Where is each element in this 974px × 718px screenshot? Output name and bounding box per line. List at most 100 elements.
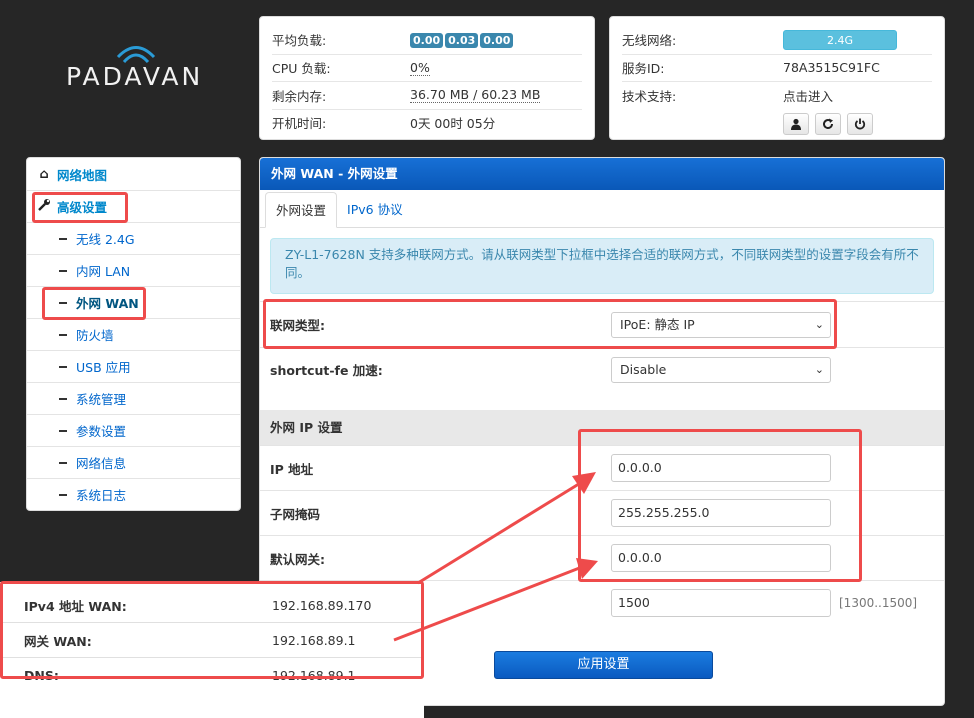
sidebar-item-wan[interactable]: 外网 WAN: [27, 286, 240, 318]
chevron-down-icon: ⌄: [814, 317, 824, 331]
mtu-input[interactable]: 1500: [611, 589, 831, 617]
mtu-range-hint: [1300..1500]: [839, 596, 918, 610]
uptime-label: 开机时间:: [272, 116, 327, 132]
sidebar-item-lan[interactable]: 内网 LAN: [27, 254, 240, 286]
system-info-panel: 无线网络: 2.4G 服务ID: 78A3515C91FC 技术支持: 点击进入: [609, 16, 945, 140]
dash-icon: [59, 493, 67, 496]
gateway-input[interactable]: 0.0.0.0: [611, 544, 831, 572]
sidebar-item-label: 防火墙: [76, 328, 114, 343]
load-15min-badge: 0.00: [480, 32, 514, 48]
dns-row: DNS: 192.168.89.1: [0, 658, 424, 693]
ipv4-wan-row: IPv4 地址 WAN: 192.168.89.170: [0, 588, 424, 623]
dash-icon: [59, 461, 67, 464]
gateway-row: 默认网关: 0.0.0.0: [260, 535, 944, 580]
load-1min-badge: 0.00: [410, 32, 444, 48]
service-id-label: 服务ID:: [622, 61, 665, 77]
cpu-load-row: CPU 负载: 0%: [272, 53, 582, 82]
ip-address-input[interactable]: 0.0.0.0: [611, 454, 831, 482]
connection-type-select[interactable]: IPoE: 静态 IP ⌄: [611, 311, 831, 338]
chevron-down-icon: ⌄: [814, 362, 824, 376]
padavan-logo: PADAVAN: [60, 44, 220, 108]
sidebar-item-label: 系统日志: [76, 488, 127, 503]
dash-icon: [59, 397, 67, 400]
sidebar-item-usb[interactable]: USB 应用: [27, 350, 240, 382]
gateway-label: 默认网关:: [270, 551, 325, 567]
shortcut-fe-value: Disable: [620, 361, 667, 377]
gateway-wan-value: 192.168.89.1: [272, 632, 356, 648]
dash-icon: [59, 365, 67, 368]
ipv4-wan-label: IPv4 地址 WAN:: [24, 598, 127, 614]
dns-label: DNS:: [24, 668, 59, 683]
free-memory-row: 剩余内存: 36.70 MB / 60.23 MB: [272, 81, 582, 109]
tab-ipv6[interactable]: IPv6 协议: [337, 192, 413, 227]
support-link[interactable]: 点击进入: [783, 86, 833, 105]
sidebar-nav: ⌂ 网络地图 高级设置 无线 2.4G 内网 LAN 外网 WAN 防火墙 US…: [26, 157, 241, 511]
sidebar-item-label: 参数设置: [76, 424, 127, 439]
wireless-2g-button[interactable]: 2.4G: [783, 29, 897, 50]
free-memory-value[interactable]: 36.70 MB / 60.23 MB: [410, 87, 541, 104]
free-memory-label: 剩余内存:: [272, 88, 327, 104]
sidebar-item-advanced-settings[interactable]: 高级设置: [27, 190, 240, 222]
status-panel: 平均负载: 0.00 0.03 0.00 CPU 负载: 0% 剩余内存: 36.7…: [259, 16, 595, 140]
dash-icon: [59, 301, 67, 304]
apply-settings-button[interactable]: 应用设置: [494, 651, 713, 679]
page-title: 外网 WAN - 外网设置: [260, 158, 944, 190]
sidebar-item-network-map[interactable]: ⌂ 网络地图: [27, 158, 240, 190]
home-icon: ⌂: [39, 166, 49, 182]
ip-address-row: IP 地址 0.0.0.0: [260, 445, 944, 490]
sidebar-item-label: 网络信息: [76, 456, 127, 471]
load-5min-badge: 0.03: [445, 32, 479, 48]
network-info-overlay: IPv4 地址 WAN: 192.168.89.170 网关 WAN: 192.…: [0, 582, 424, 718]
system-buttons: [783, 112, 932, 135]
sidebar-item-label: USB 应用: [76, 360, 131, 375]
support-row: 技术支持: 点击进入: [622, 81, 932, 109]
sidebar-item-system-admin[interactable]: 系统管理: [27, 382, 240, 414]
connection-type-row: 联网类型: IPoE: 静态 IP ⌄: [260, 301, 944, 347]
shortcut-fe-select[interactable]: Disable ⌄: [611, 356, 831, 383]
sidebar-item-system-log[interactable]: 系统日志: [27, 478, 240, 510]
sidebar-item-label: 外网 WAN: [76, 296, 139, 311]
support-label: 技术支持:: [622, 88, 677, 104]
dns-value: 192.168.89.1: [272, 668, 356, 683]
uptime-row: 开机时间: 0天 00时 05分: [272, 108, 582, 137]
wan-ip-section-header: 外网 IP 设置: [260, 410, 944, 445]
service-id-row: 服务ID: 78A3515C91FC: [622, 53, 932, 82]
sidebar-item-firewall[interactable]: 防火墙: [27, 318, 240, 350]
power-icon[interactable]: [847, 112, 873, 135]
cpu-load-label: CPU 负载:: [272, 61, 331, 77]
dash-icon: [59, 333, 67, 336]
sidebar-item-label: 系统管理: [76, 392, 127, 407]
sidebar-item-label: 高级设置: [57, 200, 108, 215]
subnet-mask-row: 子网掩码 255.255.255.0: [260, 490, 944, 535]
sidebar-item-label: 内网 LAN: [76, 264, 131, 279]
sidebar-item-wireless-24g[interactable]: 无线 2.4G: [27, 222, 240, 254]
load-average-row: 平均负载: 0.00 0.03 0.00: [272, 26, 582, 54]
logo-text: PADAVAN: [66, 62, 204, 91]
cpu-load-value[interactable]: 0%: [410, 60, 430, 76]
tab-bar: 外网设置 IPv6 协议: [260, 192, 944, 228]
wireless-row: 无线网络: 2.4G: [622, 26, 932, 54]
tab-wan-settings[interactable]: 外网设置: [265, 192, 338, 228]
sidebar-item-label: 网络地图: [57, 167, 108, 183]
refresh-icon[interactable]: [815, 112, 841, 135]
shortcut-fe-row: shortcut-fe 加速: Disable ⌄: [260, 347, 944, 391]
dash-icon: [59, 269, 67, 272]
sidebar-item-parameters[interactable]: 参数设置: [27, 414, 240, 446]
connection-type-value: IPoE: 静态 IP: [620, 316, 695, 332]
wireless-label: 无线网络:: [622, 33, 677, 49]
dash-icon: [59, 237, 67, 240]
wrench-icon: [37, 198, 51, 215]
uptime-value: 0天 00时 05分: [410, 116, 496, 132]
gateway-wan-label: 网关 WAN:: [24, 633, 92, 649]
connection-type-label: 联网类型:: [270, 318, 325, 333]
subnet-mask-input[interactable]: 255.255.255.0: [611, 499, 831, 527]
sidebar-item-network-info[interactable]: 网络信息: [27, 446, 240, 478]
sidebar-item-label: 无线 2.4G: [76, 232, 135, 247]
ip-address-label: IP 地址: [270, 461, 314, 477]
load-average-label: 平均负载:: [272, 33, 327, 49]
info-alert: ZY-L1-7628N 支持多种联网方式。请从联网类型下拉框中选择合适的联网方式…: [270, 238, 934, 294]
subnet-mask-label: 子网掩码: [270, 506, 321, 522]
dash-icon: [59, 429, 67, 432]
gateway-wan-row: 网关 WAN: 192.168.89.1: [0, 623, 424, 658]
user-icon[interactable]: [783, 112, 809, 135]
